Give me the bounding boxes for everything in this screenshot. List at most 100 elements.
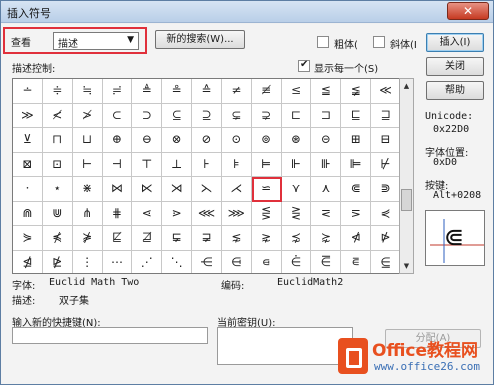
symbol-cell[interactable]: ⊧ (221, 152, 252, 177)
symbol-cell[interactable]: ⋍ (251, 177, 282, 202)
symbol-cell[interactable]: ⋶ (311, 250, 342, 273)
symbol-cell[interactable]: ⋪ (341, 226, 372, 251)
symbol-cell[interactable]: ⋞ (371, 202, 399, 226)
symbol-cell[interactable]: ≠ (221, 79, 252, 104)
symbol-cell[interactable]: ⋯ (103, 250, 133, 273)
symbol-cell[interactable]: ⊡ (42, 152, 73, 177)
symbol-cell[interactable]: ⋇ (72, 177, 103, 202)
symbol-cell[interactable]: ⊗ (162, 128, 193, 153)
symbol-cell[interactable]: ⊔ (72, 128, 103, 153)
symbol-cell[interactable]: ≒ (72, 79, 103, 104)
symbol-cell[interactable]: ⋸ (371, 251, 399, 274)
symbol-cell[interactable]: ⋵ (282, 250, 312, 273)
symbol-cell[interactable]: ≫ (13, 103, 43, 128)
symbol-cell[interactable]: ≤ (281, 79, 312, 104)
symbol-cell[interactable]: ⋡ (72, 226, 103, 251)
symbol-cell[interactable]: ⋩ (311, 226, 342, 251)
symbol-cell[interactable]: ⊬ (371, 153, 399, 177)
symbol-cell[interactable]: ⋕ (102, 201, 133, 226)
grid-scrollbar[interactable]: ▲ ▼ (399, 78, 414, 274)
symbol-cell[interactable]: ⊠ (13, 152, 43, 177)
symbol-cell[interactable]: ⋜ (311, 201, 342, 226)
symbol-cell[interactable]: ⊻ (13, 128, 43, 153)
help-button[interactable]: 帮助 (426, 81, 484, 100)
insert-button[interactable]: 插入(I) (426, 33, 484, 52)
symbol-cell[interactable]: ⋴ (252, 250, 282, 273)
symbol-cell[interactable]: ⋘ (192, 201, 222, 226)
symbol-cell[interactable]: ⊨ (251, 152, 282, 177)
symbol-cell[interactable]: ⋙ (221, 201, 252, 226)
symbol-cell[interactable]: ⋤ (162, 226, 193, 251)
symbol-cell[interactable]: ⊋ (251, 103, 282, 128)
symbol-cell[interactable]: ⋉ (132, 177, 163, 202)
symbol-cell[interactable]: ⋈ (102, 177, 133, 202)
symbol-cell[interactable]: ≜ (132, 79, 163, 104)
view-dropdown[interactable]: 描述 ▼ (53, 32, 139, 50)
symbol-cell[interactable]: ≯ (72, 103, 103, 128)
symbol-cell[interactable]: ⊘ (192, 128, 222, 153)
symbol-cell[interactable]: ⋏ (311, 177, 342, 202)
symbol-cell[interactable]: ⊃ (132, 103, 163, 128)
symbol-cell[interactable]: ⊓ (42, 128, 73, 153)
symbol-cell[interactable]: ⊇ (192, 103, 222, 128)
symbol-cell[interactable]: ⊫ (341, 152, 372, 177)
symbol-cell[interactable]: ⋬ (13, 250, 43, 273)
symbol-cell[interactable]: ⋑ (371, 177, 399, 202)
symbol-cell[interactable]: ⊞ (341, 128, 372, 153)
symbol-cell[interactable]: ⊊ (221, 103, 252, 128)
bold-checkbox[interactable] (317, 36, 329, 48)
symbol-cell[interactable]: ⊟ (371, 128, 399, 153)
symbol-cell[interactable]: ∸ (13, 79, 43, 104)
symbol-cell[interactable]: ≦ (311, 79, 342, 104)
symbol-cell[interactable]: ⊪ (311, 152, 342, 177)
symbol-cell[interactable]: ⋫ (371, 226, 399, 251)
symbol-cell[interactable]: ⋐ (341, 177, 372, 202)
symbol-cell[interactable]: ≢ (251, 79, 282, 104)
scroll-up-icon[interactable]: ▲ (400, 79, 413, 93)
symbol-cell[interactable]: ⋮ (73, 250, 103, 273)
symbol-cell[interactable]: ⋚ (251, 201, 282, 226)
symbol-cell[interactable]: ⋌ (221, 177, 252, 202)
symbol-cell[interactable]: ⊣ (102, 152, 133, 177)
symbol-cell[interactable]: ⊛ (281, 128, 312, 153)
symbol-cell[interactable]: ⊦ (192, 152, 222, 177)
symbol-cell[interactable]: ⋝ (341, 201, 372, 226)
new-search-button[interactable]: 新的搜索(W)... (155, 30, 245, 49)
symbol-cell[interactable]: ⊂ (102, 103, 133, 128)
symbol-cell[interactable]: ⋠ (42, 226, 73, 251)
symbol-cell[interactable]: ⋰ (132, 250, 163, 273)
symbol-cell[interactable]: ⊢ (72, 152, 103, 177)
scroll-thumb[interactable] (401, 189, 412, 211)
symbol-cell[interactable]: ≙ (192, 79, 222, 104)
symbol-cell[interactable]: ⋲ (192, 250, 222, 273)
symbol-cell[interactable]: ≪ (371, 79, 399, 104)
symbol-cell[interactable]: ⊏ (281, 103, 312, 128)
symbol-cell[interactable]: ⊤ (132, 152, 163, 177)
symbol-cell[interactable]: ⊚ (251, 128, 282, 153)
symbol-cell[interactable]: ⋛ (281, 201, 312, 226)
close-button[interactable]: 关闭 (426, 57, 484, 76)
symbol-cell[interactable]: ⋊ (162, 177, 193, 202)
symbol-cell[interactable]: ⋓ (42, 201, 73, 226)
symbol-cell[interactable]: ⊝ (311, 128, 342, 153)
symbol-cell[interactable]: ⋣ (132, 226, 163, 251)
scroll-down-icon[interactable]: ▼ (400, 259, 413, 273)
symbol-cell[interactable]: ⋦ (221, 226, 252, 251)
symbol-cell[interactable]: ≓ (102, 79, 133, 104)
symbol-cell[interactable]: ⋆ (42, 177, 73, 202)
symbol-cell[interactable]: ⋥ (192, 226, 222, 251)
symbol-cell[interactable]: ⋱ (162, 250, 193, 273)
symbol-cell[interactable]: ⋭ (43, 250, 73, 273)
symbol-cell[interactable]: ⊖ (132, 128, 163, 153)
symbol-cell[interactable]: ⊐ (311, 103, 342, 128)
symbol-cell[interactable]: ⋖ (132, 201, 163, 226)
symbol-cell[interactable]: ⋗ (162, 201, 193, 226)
symbol-cell[interactable]: ⊩ (281, 152, 312, 177)
symbol-cell[interactable]: ⊥ (162, 152, 193, 177)
symbol-cell[interactable]: ⊑ (341, 103, 372, 128)
symbol-cell[interactable]: ⋋ (192, 177, 222, 202)
symbol-cell[interactable]: ⋎ (281, 177, 312, 202)
window-close-button[interactable]: ✕ (447, 2, 489, 20)
symbol-cell[interactable]: ≗ (162, 79, 193, 104)
symbol-cell[interactable]: ≑ (42, 79, 73, 104)
